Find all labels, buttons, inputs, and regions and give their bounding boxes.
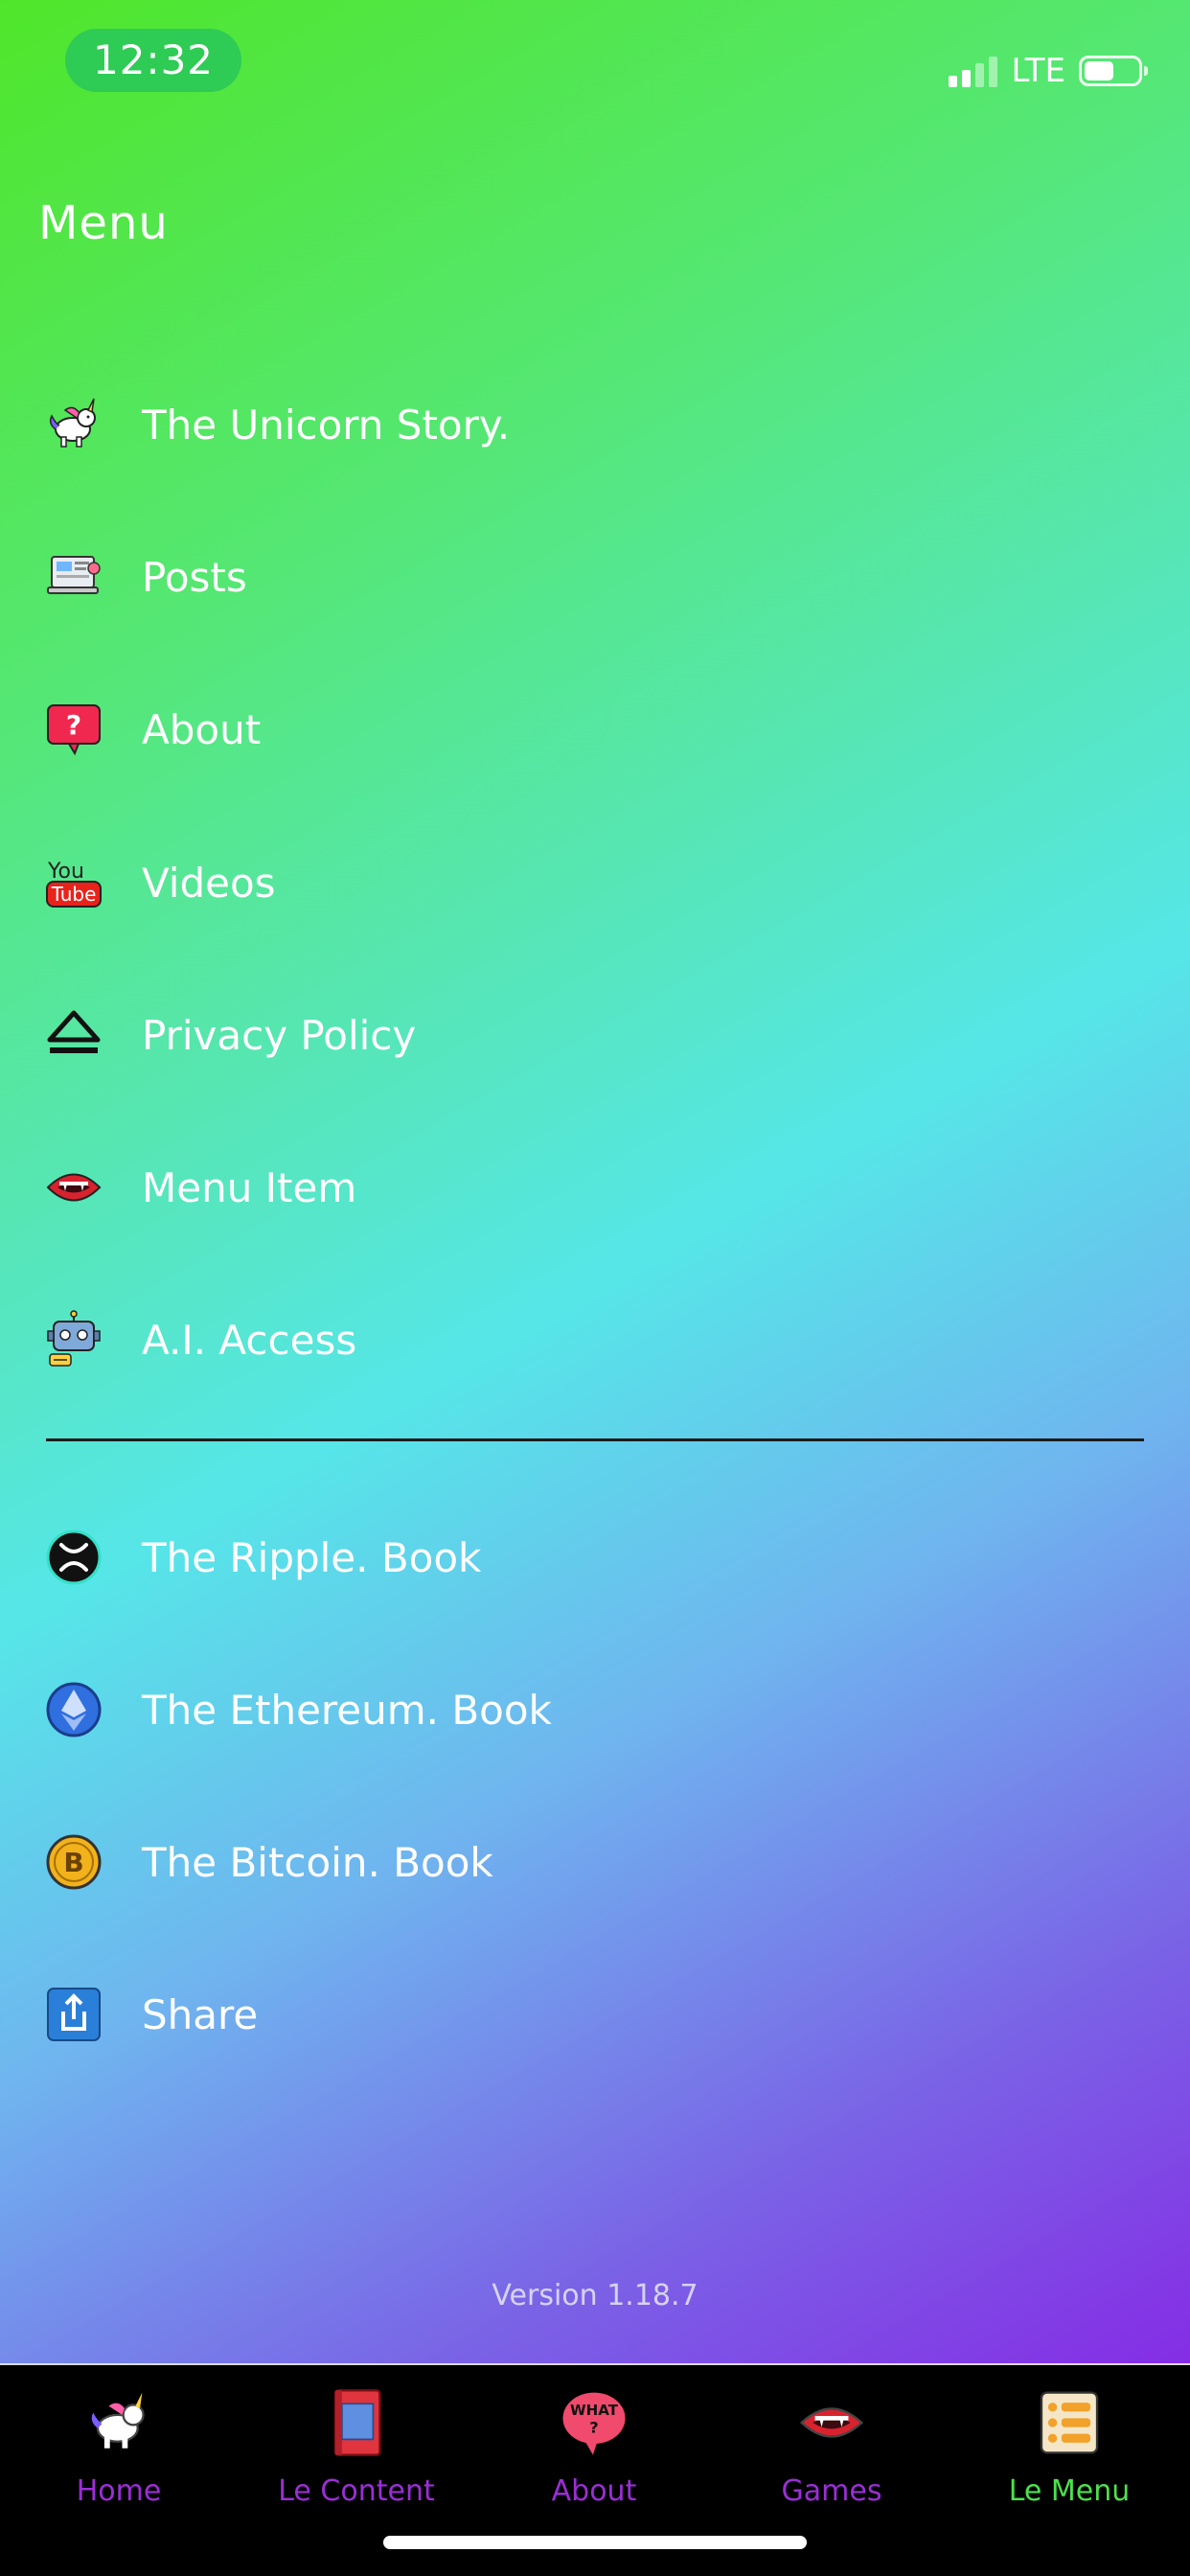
network-label: LTE: [1011, 52, 1065, 90]
tab-le-menu[interactable]: Le Menu: [950, 2388, 1188, 2508]
page-title: Menu: [38, 196, 169, 250]
tab-label: Le Content: [278, 2474, 435, 2508]
tab-about[interactable]: WHAT ? About: [475, 2388, 713, 2508]
battery-icon: [1079, 56, 1148, 86]
menu-item-ethereum-book[interactable]: The Ethereum. Book: [44, 1676, 552, 1743]
laptop-post-icon: [44, 547, 103, 607]
menu-item-share[interactable]: Share: [44, 1981, 258, 2048]
svg-text:B: B: [63, 1847, 83, 1878]
menu-item-label: About: [142, 705, 262, 753]
status-time: 12:32: [65, 29, 241, 92]
vampire-mouth-icon: [44, 1158, 103, 1217]
svg-text:Tube: Tube: [51, 883, 97, 906]
menu-item-label: The Unicorn Story.: [142, 401, 511, 448]
home-indicator[interactable]: [383, 2536, 807, 2549]
menu-item-videos[interactable]: You Tube Videos: [44, 849, 276, 916]
menu-item-ripple-book[interactable]: The Ripple. Book: [44, 1524, 481, 1591]
what-bubble-icon: WHAT ?: [560, 2388, 629, 2457]
menu-item-unicorn-story[interactable]: The Unicorn Story.: [44, 391, 510, 458]
unicorn-icon: [44, 395, 103, 454]
tab-label: Le Menu: [1008, 2474, 1131, 2508]
menu-item-menu-item[interactable]: Menu Item: [44, 1154, 356, 1221]
question-bubble-icon: ?: [44, 700, 103, 759]
ripple-xrp-icon: [44, 1528, 103, 1587]
menu-item-label: Menu Item: [142, 1163, 357, 1211]
menu-item-label: Videos: [142, 859, 276, 907]
svg-text:You: You: [47, 860, 84, 884]
share-icon: [44, 1985, 103, 2044]
signal-icon: [949, 55, 998, 87]
menu-item-label: The Ripple. Book: [142, 1533, 482, 1581]
vampire-mouth-icon: [797, 2388, 866, 2457]
svg-text:?: ?: [589, 2418, 598, 2436]
youtube-icon: You Tube: [44, 853, 103, 912]
robot-icon: [44, 1310, 103, 1369]
menu-item-posts[interactable]: Posts: [44, 543, 247, 610]
eject-icon: [44, 1005, 103, 1065]
tab-le-content[interactable]: Le Content: [238, 2388, 475, 2508]
menu-item-label: A.I. Access: [142, 1316, 357, 1364]
menu-item-bitcoin-book[interactable]: B The Bitcoin. Book: [44, 1828, 493, 1896]
tab-label: Home: [76, 2474, 162, 2508]
version-label: Version 1.18.7: [492, 2279, 698, 2312]
menu-item-label: The Bitcoin. Book: [142, 1838, 493, 1886]
list-menu-icon: [1035, 2388, 1104, 2457]
menu-item-about[interactable]: ? About: [44, 696, 261, 763]
tab-label: Games: [781, 2474, 882, 2508]
book-icon: [322, 2388, 391, 2457]
unicorn-icon: [84, 2388, 153, 2457]
menu-item-privacy-policy[interactable]: Privacy Policy: [44, 1001, 416, 1069]
svg-text:?: ?: [66, 709, 81, 741]
menu-item-label: The Ethereum. Book: [142, 1686, 552, 1734]
svg-text:WHAT: WHAT: [570, 2402, 619, 2419]
tab-home[interactable]: Home: [0, 2388, 238, 2508]
menu-screen: 12:32 LTE Menu The Unicorn Story. Posts …: [0, 0, 1190, 2576]
bitcoin-icon: B: [44, 1832, 103, 1892]
menu-item-label: Privacy Policy: [142, 1011, 417, 1059]
menu-divider: [46, 1438, 1144, 1441]
menu-item-label: Share: [142, 1990, 259, 2038]
menu-item-ai-access[interactable]: A.I. Access: [44, 1306, 356, 1373]
status-indicators: LTE: [949, 50, 1148, 92]
tab-label: About: [551, 2474, 637, 2508]
tab-games[interactable]: Games: [713, 2388, 950, 2508]
menu-item-label: Posts: [142, 553, 247, 601]
ethereum-icon: [44, 1680, 103, 1739]
